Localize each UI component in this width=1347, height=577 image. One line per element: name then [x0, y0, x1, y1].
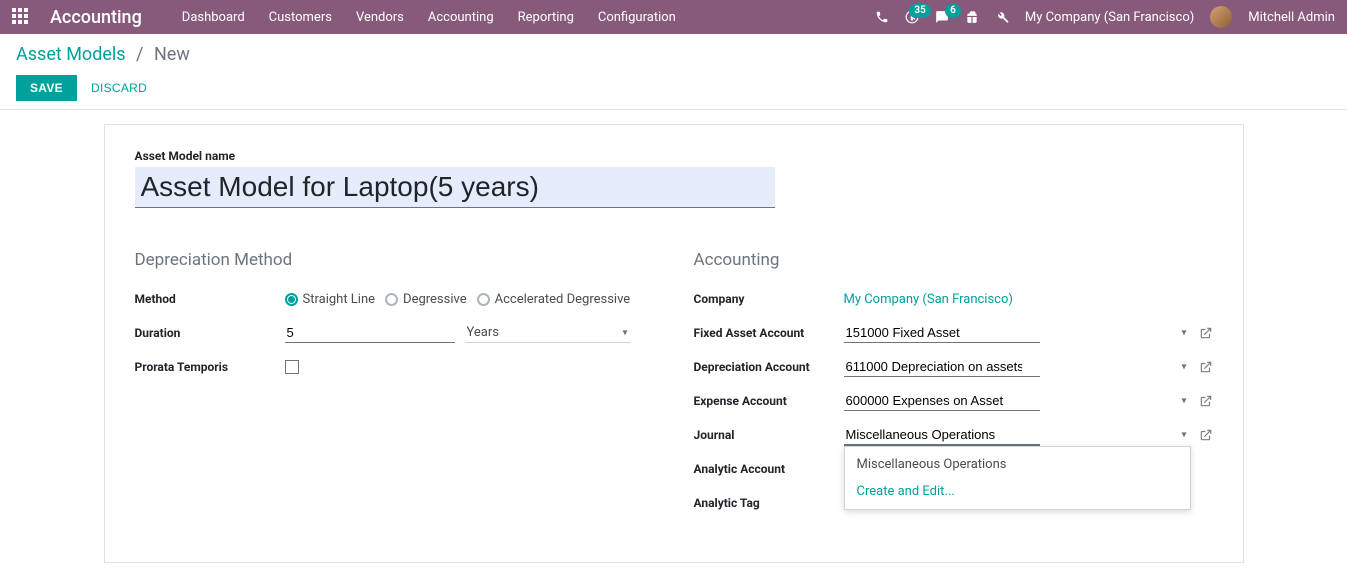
- radio-label: Straight Line: [303, 292, 376, 307]
- radio-icon: [477, 293, 490, 306]
- user-name[interactable]: Mitchell Admin: [1248, 10, 1335, 25]
- journal-option[interactable]: Miscellaneous Operations: [845, 451, 1190, 478]
- save-button[interactable]: SAVE: [16, 75, 77, 101]
- accounting-title: Accounting: [694, 250, 1213, 270]
- phone-icon[interactable]: [875, 10, 889, 24]
- breadcrumb: Asset Models / New: [16, 44, 1331, 65]
- form-sheet: Asset Model name Depreciation Method Met…: [104, 124, 1244, 563]
- duration-label: Duration: [135, 326, 285, 340]
- menu-configuration[interactable]: Configuration: [598, 10, 676, 25]
- company-value[interactable]: My Company (San Francisco): [844, 292, 1013, 307]
- name-label: Asset Model name: [135, 149, 1213, 163]
- caret-down-icon: ▾: [1181, 362, 1186, 373]
- depreciation-section: Depreciation Method Method Straight Line…: [135, 250, 654, 526]
- caret-down-icon: ▾: [1181, 396, 1186, 407]
- activities-icon[interactable]: 35: [905, 10, 919, 24]
- asset-model-name-input[interactable]: [135, 167, 775, 208]
- analytic-account-label: Analytic Account: [694, 462, 844, 476]
- action-buttons: SAVE DISCARD: [16, 75, 1331, 101]
- discard-button[interactable]: DISCARD: [91, 81, 147, 95]
- expense-account-input[interactable]: [844, 391, 1040, 411]
- duration-unit-select[interactable]: Years ▾: [465, 323, 630, 343]
- expense-account-label: Expense Account: [694, 394, 844, 408]
- journal-label: Journal: [694, 428, 844, 442]
- messages-badge: 6: [945, 4, 961, 18]
- menu-vendors[interactable]: Vendors: [356, 10, 404, 25]
- depreciation-account-label: Depreciation Account: [694, 360, 844, 374]
- company-switcher[interactable]: My Company (San Francisco): [1025, 10, 1194, 25]
- menu-accounting[interactable]: Accounting: [428, 10, 494, 25]
- prorata-checkbox[interactable]: [285, 360, 299, 374]
- top-menu: Dashboard Customers Vendors Accounting R…: [182, 10, 875, 25]
- breadcrumb-current: New: [154, 44, 190, 65]
- radio-label: Accelerated Degressive: [495, 292, 631, 307]
- accounting-section: Accounting Company My Company (San Franc…: [694, 250, 1213, 526]
- menu-customers[interactable]: Customers: [269, 10, 332, 25]
- apps-menu-icon[interactable]: [12, 8, 30, 26]
- navbar-right: 35 6 My Company (San Francisco) Mitchell…: [875, 6, 1335, 28]
- create-and-edit-option[interactable]: Create and Edit...: [845, 478, 1190, 505]
- breadcrumb-separator: /: [136, 44, 143, 65]
- caret-down-icon: ▾: [1181, 430, 1186, 441]
- depreciation-title: Depreciation Method: [135, 250, 654, 270]
- journal-dropdown: Miscellaneous Operations Create and Edit…: [844, 446, 1191, 510]
- external-link-icon[interactable]: [1199, 428, 1213, 443]
- breadcrumb-root[interactable]: Asset Models: [16, 44, 126, 65]
- external-link-icon[interactable]: [1199, 360, 1213, 375]
- method-label: Method: [135, 292, 285, 306]
- menu-reporting[interactable]: Reporting: [518, 10, 574, 25]
- activities-badge: 35: [909, 4, 930, 18]
- method-degressive[interactable]: Degressive: [385, 292, 467, 307]
- menu-dashboard[interactable]: Dashboard: [182, 10, 245, 25]
- depreciation-account-input[interactable]: [844, 357, 1040, 377]
- user-avatar-icon[interactable]: [1210, 6, 1232, 28]
- caret-down-icon: ▾: [1181, 328, 1186, 339]
- external-link-icon[interactable]: [1199, 326, 1213, 341]
- main-navbar: Accounting Dashboard Customers Vendors A…: [0, 0, 1347, 34]
- company-label: Company: [694, 292, 844, 306]
- app-brand: Accounting: [50, 7, 142, 28]
- prorata-label: Prorata Temporis: [135, 360, 285, 374]
- control-panel: Asset Models / New SAVE DISCARD: [0, 34, 1347, 110]
- caret-down-icon: ▾: [622, 327, 627, 338]
- radio-icon: [385, 293, 398, 306]
- fixed-asset-account-label: Fixed Asset Account: [694, 326, 844, 340]
- fixed-asset-account-input[interactable]: [844, 323, 1040, 343]
- method-accelerated-degressive[interactable]: Accelerated Degressive: [477, 292, 631, 307]
- duration-unit-value: Years: [467, 325, 499, 340]
- tools-icon[interactable]: [995, 10, 1009, 24]
- radio-icon: [285, 293, 298, 306]
- messages-icon[interactable]: 6: [935, 10, 949, 24]
- gift-icon[interactable]: [965, 10, 979, 24]
- external-link-icon[interactable]: [1199, 394, 1213, 409]
- radio-label: Degressive: [403, 292, 467, 307]
- journal-input[interactable]: [844, 425, 1040, 446]
- method-straight-line[interactable]: Straight Line: [285, 292, 376, 307]
- duration-input[interactable]: [285, 323, 455, 343]
- analytic-tag-label: Analytic Tag: [694, 496, 844, 510]
